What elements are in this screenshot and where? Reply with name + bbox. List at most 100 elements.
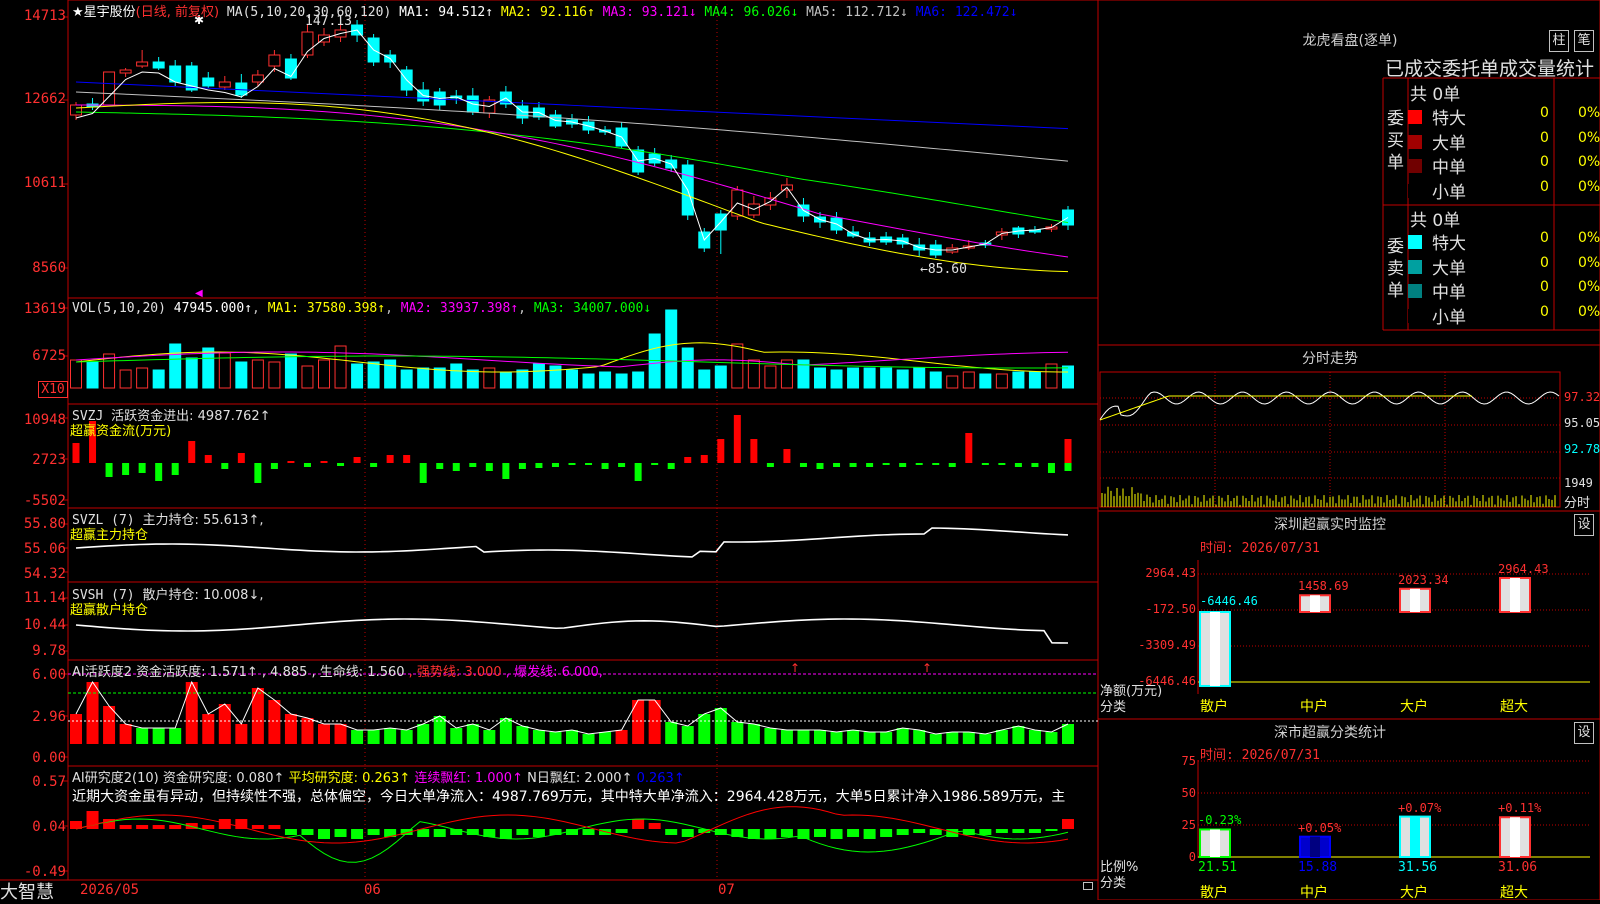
research-bar — [682, 829, 694, 837]
activity-bar — [797, 730, 809, 744]
research-bar — [930, 829, 942, 835]
activity-bar — [979, 734, 991, 744]
volume-bar — [930, 372, 941, 388]
svzl-subtitle: 超赢主力持仓 — [70, 524, 148, 543]
bar-highlight — [1510, 578, 1520, 612]
activity-bar — [335, 724, 347, 744]
sz-class-settings-button[interactable]: 设 — [1574, 722, 1594, 744]
svzj-subtitle: 超赢资金流(万元) — [70, 420, 171, 439]
color-swatch — [1408, 159, 1422, 173]
research-bar — [335, 829, 347, 837]
sz-monitor-time: 时间: 2026/07/31 — [1200, 537, 1320, 556]
net-flow-value: 1458.69 — [1298, 579, 1349, 593]
research-bar — [996, 829, 1008, 833]
order-count: 0 — [1540, 154, 1549, 170]
ai-active-value: 资金活跃度: 1.571↑ — [136, 665, 258, 680]
arrow-up-icon: ↑ — [790, 661, 800, 675]
research-bar — [616, 829, 628, 833]
volume-bar — [848, 368, 859, 388]
ai-active-value: , 爆发线: 6.000, — [502, 665, 603, 680]
research-bar — [516, 829, 528, 835]
activity-bar — [731, 722, 743, 744]
fund-flow-bar — [701, 455, 708, 463]
fund-flow-bar — [998, 463, 1005, 465]
volume-bar — [963, 372, 974, 388]
candle-body — [236, 83, 247, 95]
activity-bar — [864, 732, 876, 744]
fund-flow-bar — [354, 457, 361, 463]
order-size-label: 中单 — [1432, 153, 1466, 178]
ai-research-value: N日飘红: 2.000↑ — [523, 771, 632, 786]
x-axis-label: 06 — [364, 882, 381, 898]
sell-side-label: 委卖单 — [1387, 236, 1405, 302]
candle-body — [71, 105, 82, 115]
research-bar — [847, 829, 859, 837]
ai-active-header: AI活跃度2 资金活跃度: 1.571↑ , 4.885 , 生命线: 1.56… — [72, 661, 603, 680]
fund-flow-bar — [254, 463, 261, 483]
activity-bar — [103, 706, 115, 744]
volume-bar — [285, 354, 296, 388]
fund-flow-bar — [271, 463, 278, 469]
volume-bar — [682, 348, 693, 388]
research-bar — [136, 825, 148, 829]
sz-class-category: 大户 — [1400, 882, 1428, 902]
activity-bar — [913, 730, 925, 744]
volume-bar — [947, 376, 958, 388]
fund-flow-bar — [965, 433, 972, 463]
order-size-label: 大单 — [1432, 254, 1466, 279]
tick-mode-button[interactable]: 笔 — [1574, 30, 1594, 52]
activity-bar — [153, 728, 165, 744]
low-price-label: ←85.60 — [920, 262, 967, 277]
stock-name[interactable]: 星宇股份 — [84, 5, 136, 20]
main-y-tick: 10611 — [0, 175, 66, 191]
activity-bar — [1045, 732, 1057, 744]
svsh-y-tick: 9.78 — [0, 643, 66, 659]
volume-bar — [633, 372, 644, 388]
svsh-subtitle: 超赢散户持仓 — [70, 599, 148, 618]
bar-mode-button[interactable]: 柱 — [1549, 30, 1569, 52]
ai-active-y-tick: 2.96 — [0, 709, 66, 725]
ai-research-value: 0.263↑ — [632, 771, 684, 786]
activity-bar — [516, 726, 528, 744]
volume-bar — [451, 364, 462, 388]
color-swatch — [1408, 184, 1422, 198]
scroll-handle[interactable] — [1083, 882, 1093, 890]
volume-bar — [533, 364, 544, 388]
fund-flow-bar — [618, 463, 625, 467]
volume-bar — [319, 360, 330, 388]
sz-class-category: 散户 — [1200, 882, 1228, 902]
sz-class-y-tick: 50 — [1140, 786, 1196, 800]
activity-bar — [202, 714, 214, 744]
svzj-y-tick: 10948 — [0, 412, 66, 428]
fund-flow-bar — [387, 455, 394, 463]
sz-monitor-category: 中户 — [1300, 696, 1328, 716]
sz-class-y-tick: 75 — [1140, 754, 1196, 768]
volume-bar — [881, 368, 892, 388]
bar-highlight — [1210, 612, 1220, 686]
order-percent: 0% — [1578, 179, 1600, 195]
sz-monitor-settings-button[interactable]: 设 — [1574, 514, 1594, 536]
research-bar — [1045, 829, 1057, 831]
fund-flow-bar — [205, 455, 212, 463]
bar-highlight — [1310, 595, 1320, 612]
ma4-line — [76, 112, 1068, 223]
ratio-change-label: -0.23% — [1198, 813, 1241, 827]
fund-flow-bar — [519, 463, 526, 469]
buy-total: 共 0单 — [1410, 80, 1460, 105]
volume-bar — [385, 360, 396, 388]
activity-bar — [781, 730, 793, 744]
ma-value: MA2: 92.116↑ — [493, 5, 595, 20]
activity-bar — [483, 730, 495, 744]
ai-active-value: , 强势线: 3.000 — [405, 665, 502, 680]
volume-bar — [732, 344, 743, 388]
net-flow-value: 2964.43 — [1498, 562, 1549, 576]
fund-flow-bar — [767, 463, 774, 467]
volume-bar — [798, 360, 809, 388]
volume-bar — [186, 358, 197, 388]
order-count: 0 — [1540, 130, 1549, 146]
svzj-y-tick: 2723 — [0, 452, 66, 468]
fund-flow-bar — [717, 439, 724, 463]
candle-body — [137, 62, 148, 66]
research-bar — [665, 829, 677, 835]
fund-flow-bar — [403, 455, 410, 463]
